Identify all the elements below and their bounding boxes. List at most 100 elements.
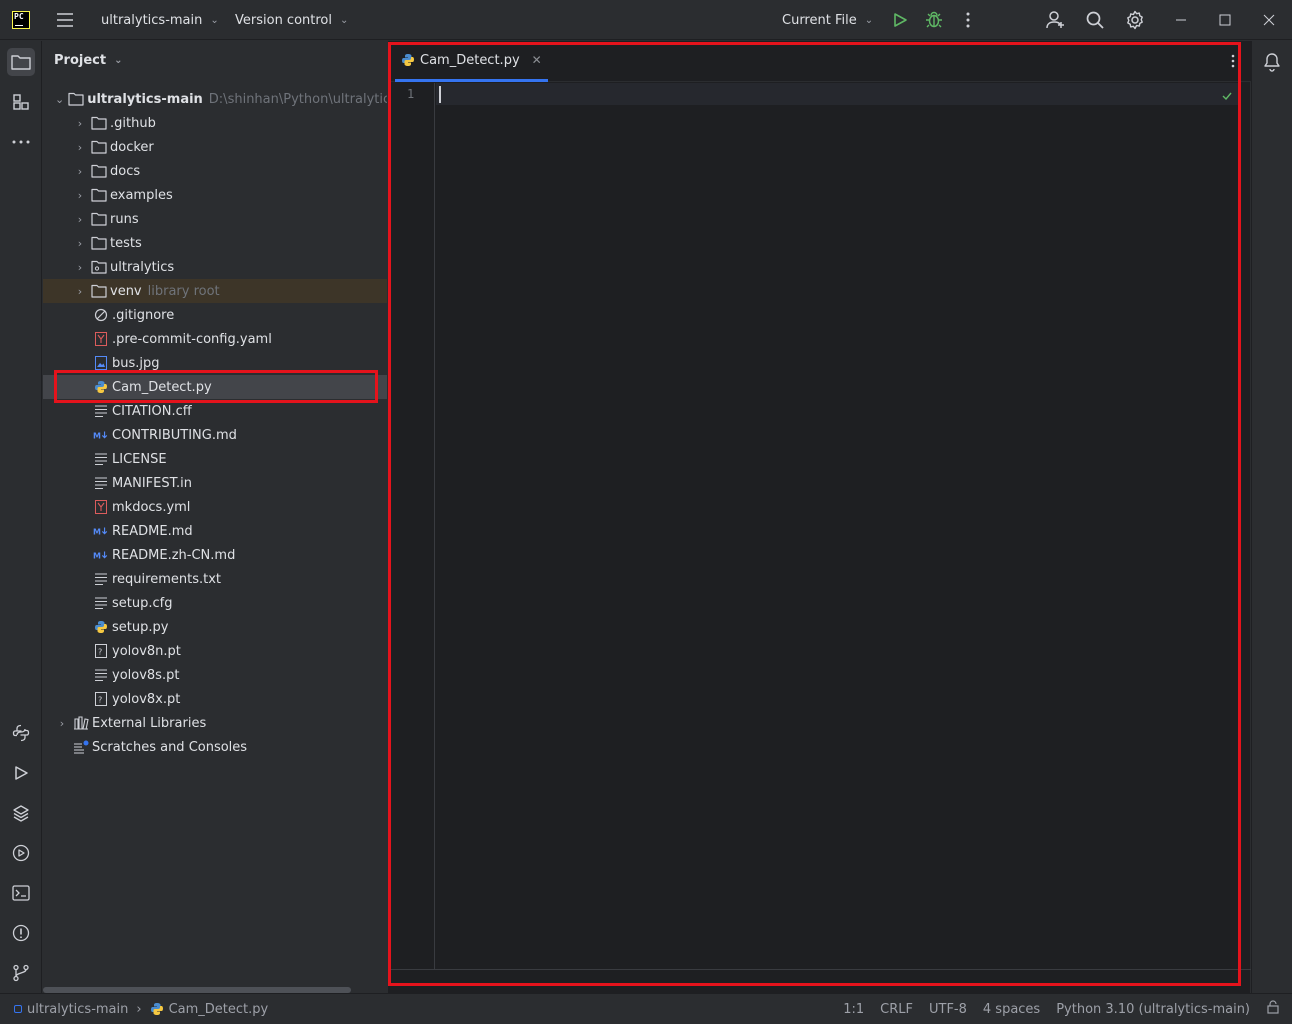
code-area[interactable] xyxy=(436,83,1238,969)
project-view-selector[interactable]: Project ⌄ xyxy=(54,53,122,68)
project-panel: Project ⌄ ⌄ ultralytics-main D:\shinhan\… xyxy=(43,41,387,993)
tree-file[interactable]: M README.md xyxy=(43,519,387,543)
chevron-right-icon[interactable]: › xyxy=(73,117,87,130)
close-tab-icon[interactable]: ✕ xyxy=(532,53,542,67)
run-config-selector[interactable]: Current File ⌄ xyxy=(782,0,873,40)
title-bar: PC ultralytics-main ⌄ Version control ⌄ … xyxy=(0,0,1292,40)
chevron-right-icon[interactable]: › xyxy=(73,141,87,154)
settings-gear-icon[interactable] xyxy=(1123,8,1147,32)
notifications-bell-icon[interactable] xyxy=(1260,50,1284,74)
tab-options-icon[interactable] xyxy=(1221,49,1245,73)
file-name: README.md xyxy=(112,523,193,539)
folder-icon xyxy=(68,91,84,107)
tree-folder[interactable]: › venv library root xyxy=(43,279,387,303)
tree-file[interactable]: MANIFEST.in xyxy=(43,471,387,495)
python-packages-icon[interactable] xyxy=(7,719,35,747)
tree-file[interactable]: requirements.txt xyxy=(43,567,387,591)
vcs-label: Version control xyxy=(235,12,332,28)
more-tools-icon[interactable] xyxy=(7,128,35,156)
project-selector[interactable]: ultralytics-main ⌄ xyxy=(101,0,219,40)
chevron-right-icon[interactable]: › xyxy=(73,237,87,250)
terminal-icon[interactable] xyxy=(7,879,35,907)
minimize-icon[interactable] xyxy=(1169,8,1193,32)
folder-name: ultralytics xyxy=(110,259,175,275)
layers-icon[interactable] xyxy=(7,799,35,827)
tree-folder[interactable]: › docs xyxy=(43,159,387,183)
tree-file[interactable]: .pre-commit-config.yaml xyxy=(43,327,387,351)
tree-file[interactable]: CITATION.cff xyxy=(43,399,387,423)
editor-area[interactable]: Cam_Detect.py ✕ 1 xyxy=(388,41,1251,993)
structure-icon[interactable] xyxy=(7,88,35,116)
chevron-down-icon: ⌄ xyxy=(340,14,349,26)
chevron-down-icon: ⌄ xyxy=(210,14,219,26)
add-user-icon[interactable] xyxy=(1044,8,1068,32)
line-gutter[interactable]: 1 xyxy=(389,83,435,969)
indent-setting[interactable]: 4 spaces xyxy=(983,1002,1040,1017)
file-name: Cam_Detect.py xyxy=(112,379,212,395)
inspection-check-icon[interactable] xyxy=(1222,89,1232,104)
problems-icon[interactable] xyxy=(7,919,35,947)
tree-file[interactable]: setup.py xyxy=(43,615,387,639)
line-separator[interactable]: CRLF xyxy=(880,1002,913,1017)
tree-file[interactable]: ? yolov8x.pt xyxy=(43,687,387,711)
vcs-menu[interactable]: Version control ⌄ xyxy=(235,0,348,40)
external-libraries-node[interactable]: › External Libraries xyxy=(43,711,387,735)
tree-root[interactable]: ⌄ ultralytics-main D:\shinhan\Python\ult… xyxy=(43,87,387,111)
chevron-right-icon[interactable]: › xyxy=(73,285,87,298)
tree-file[interactable]: .gitignore xyxy=(43,303,387,327)
text-caret xyxy=(439,86,441,103)
file-name: CONTRIBUTING.md xyxy=(112,427,237,443)
svg-text:?: ? xyxy=(98,648,102,657)
tree-file[interactable]: M README.zh-CN.md xyxy=(43,543,387,567)
tree-file[interactable]: yolov8s.pt xyxy=(43,663,387,687)
tree-file[interactable]: LICENSE xyxy=(43,447,387,471)
tree-folder[interactable]: › runs xyxy=(43,207,387,231)
breadcrumb-file[interactable]: Cam_Detect.py xyxy=(169,1002,269,1017)
scratches-label: Scratches and Consoles xyxy=(92,739,248,755)
folder-icon xyxy=(91,163,107,179)
main-menu-icon[interactable] xyxy=(53,8,77,32)
python-interpreter[interactable]: Python 3.10 (ultralytics-main) xyxy=(1056,1002,1250,1017)
tree-folder[interactable]: › examples xyxy=(43,183,387,207)
debug-button[interactable] xyxy=(922,8,946,32)
git-branch-icon[interactable] xyxy=(7,959,35,987)
tree-folder[interactable]: › ultralytics xyxy=(43,255,387,279)
tree-file[interactable]: mkdocs.yml xyxy=(43,495,387,519)
chevron-right-icon[interactable]: › xyxy=(55,717,69,730)
services-icon[interactable] xyxy=(7,839,35,867)
tree-file[interactable]: setup.cfg xyxy=(43,591,387,615)
text-icon xyxy=(93,667,109,683)
more-actions-icon[interactable] xyxy=(956,8,980,32)
tree-file[interactable]: M CONTRIBUTING.md xyxy=(43,423,387,447)
close-window-icon[interactable] xyxy=(1257,8,1281,32)
project-tool-folder-icon[interactable] xyxy=(7,48,35,76)
library-icon xyxy=(73,715,89,731)
pycharm-logo-icon[interactable]: PC xyxy=(12,11,30,29)
chevron-right-icon[interactable]: › xyxy=(73,189,87,202)
tree-folder[interactable]: › docker xyxy=(43,135,387,159)
editor-tab-cam-detect[interactable]: Cam_Detect.py ✕ xyxy=(395,41,548,82)
unknown-icon: ? xyxy=(93,643,109,659)
lock-icon[interactable] xyxy=(1266,1000,1280,1018)
chevron-right-icon[interactable]: › xyxy=(73,261,87,274)
file-encoding[interactable]: UTF-8 xyxy=(929,1002,967,1017)
tree-file[interactable]: Cam_Detect.py xyxy=(43,375,387,399)
tree-file[interactable]: ? yolov8n.pt xyxy=(43,639,387,663)
chevron-right-icon[interactable]: › xyxy=(73,213,87,226)
yaml-icon xyxy=(93,331,109,347)
breadcrumb-project[interactable]: ultralytics-main xyxy=(27,1002,128,1017)
tree-folder[interactable]: › tests xyxy=(43,231,387,255)
tree-file[interactable]: bus.jpg xyxy=(43,351,387,375)
search-icon[interactable] xyxy=(1083,8,1107,32)
tree-folder[interactable]: › .github xyxy=(43,111,387,135)
chevron-right-icon[interactable]: › xyxy=(73,165,87,178)
run-tool-icon[interactable] xyxy=(7,759,35,787)
chevron-down-icon[interactable]: ⌄ xyxy=(55,93,64,106)
current-line-highlight xyxy=(436,83,1238,105)
project-name-label: ultralytics-main xyxy=(101,12,203,28)
scratches-node[interactable]: Scratches and Consoles xyxy=(43,735,387,759)
run-button[interactable] xyxy=(888,8,912,32)
markdown-icon: M xyxy=(93,523,109,539)
maximize-icon[interactable] xyxy=(1213,8,1237,32)
caret-position[interactable]: 1:1 xyxy=(843,1002,864,1017)
